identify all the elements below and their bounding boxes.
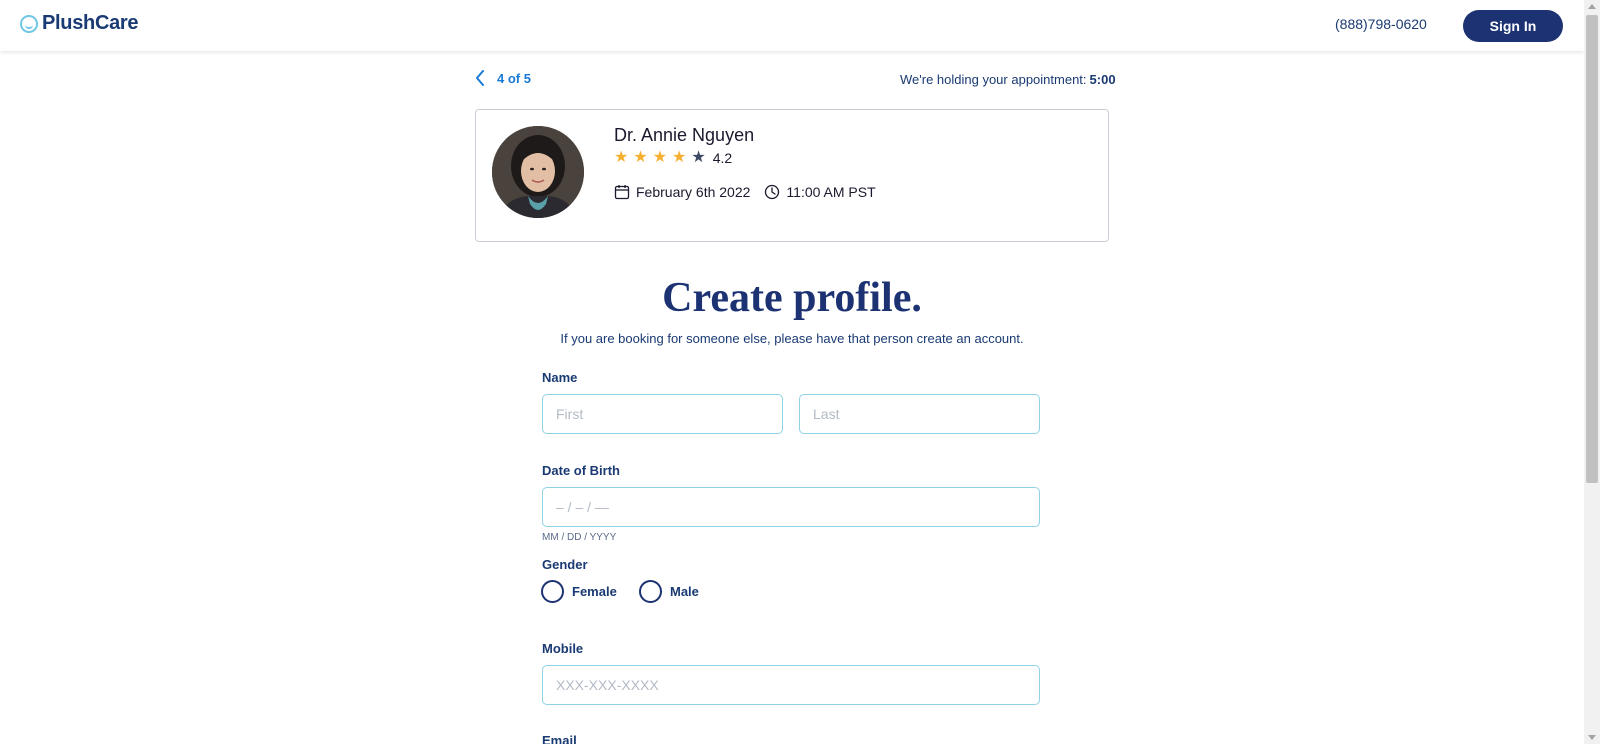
step-indicator: 4 of 5 [497,70,531,86]
appointment-time-group: 11:00 AM PST [764,184,876,200]
star-filled-icon: ★ [672,149,687,166]
scroll-down-arrow-icon[interactable] [1588,735,1596,740]
email-label: Email [542,733,577,744]
back-step-link[interactable]: 4 of 5 [475,70,531,86]
holding-timer: We're holding your appointment: 5:00 [900,72,1116,87]
scroll-up-arrow-icon[interactable] [1588,4,1596,9]
dob-format-hint: MM / DD / YYYY [542,532,617,543]
gender-label: Gender [542,557,588,572]
doctor-avatar [492,126,584,218]
gender-male-radio[interactable] [639,580,662,603]
scroll-thumb[interactable] [1586,15,1598,483]
mobile-label: Mobile [542,641,584,656]
holding-countdown: 5:00 [1089,72,1116,87]
doctor-card: Dr. Annie Nguyen ★ ★ ★ ★ ★ 4.2 February … [475,109,1109,242]
top-header: PlushCare (888)798-0620 Sign In [0,0,1584,51]
appointment-details: February 6th 2022 11:00 AM PST [614,184,876,200]
gender-female-radio[interactable] [541,580,564,603]
rating-value: 4.2 [712,150,733,166]
first-name-input[interactable] [542,394,783,434]
phone-link[interactable]: (888)798-0620 [1335,16,1427,32]
clock-icon [764,184,780,200]
star-empty-icon: ★ [691,149,706,166]
dob-label: Date of Birth [542,463,620,478]
gender-male-label[interactable]: Male [670,584,699,599]
doctor-rating: ★ ★ ★ ★ ★ 4.2 [614,149,733,167]
name-label: Name [542,370,578,385]
sign-in-button[interactable]: Sign In [1463,10,1563,42]
doctor-name: Dr. Annie Nguyen [614,125,755,145]
star-filled-icon: ★ [652,149,668,166]
mobile-input[interactable] [542,665,1040,705]
dob-input[interactable] [542,487,1040,527]
calendar-icon [614,184,630,200]
appointment-date: February 6th 2022 [636,184,751,200]
appointment-time: 11:00 AM PST [786,184,876,200]
gender-female-option[interactable]: Female [541,580,617,603]
last-name-input[interactable] [799,394,1040,434]
page-scrollbar[interactable] [1584,0,1600,744]
plushcare-logo[interactable]: PlushCare [20,12,139,35]
holding-text: We're holding your appointment: [900,72,1087,87]
brand-name: PlushCare [42,12,139,34]
gender-female-label[interactable]: Female [572,584,617,599]
star-filled-icon: ★ [633,149,648,166]
star-filled-icon: ★ [614,149,629,166]
page-subtitle: If you are booking for someone else, ple… [560,331,1024,346]
chevron-left-icon [476,70,484,86]
gender-male-option[interactable]: Male [639,580,699,603]
page-title: Create profile. [662,275,922,321]
logo-icon [20,14,38,33]
